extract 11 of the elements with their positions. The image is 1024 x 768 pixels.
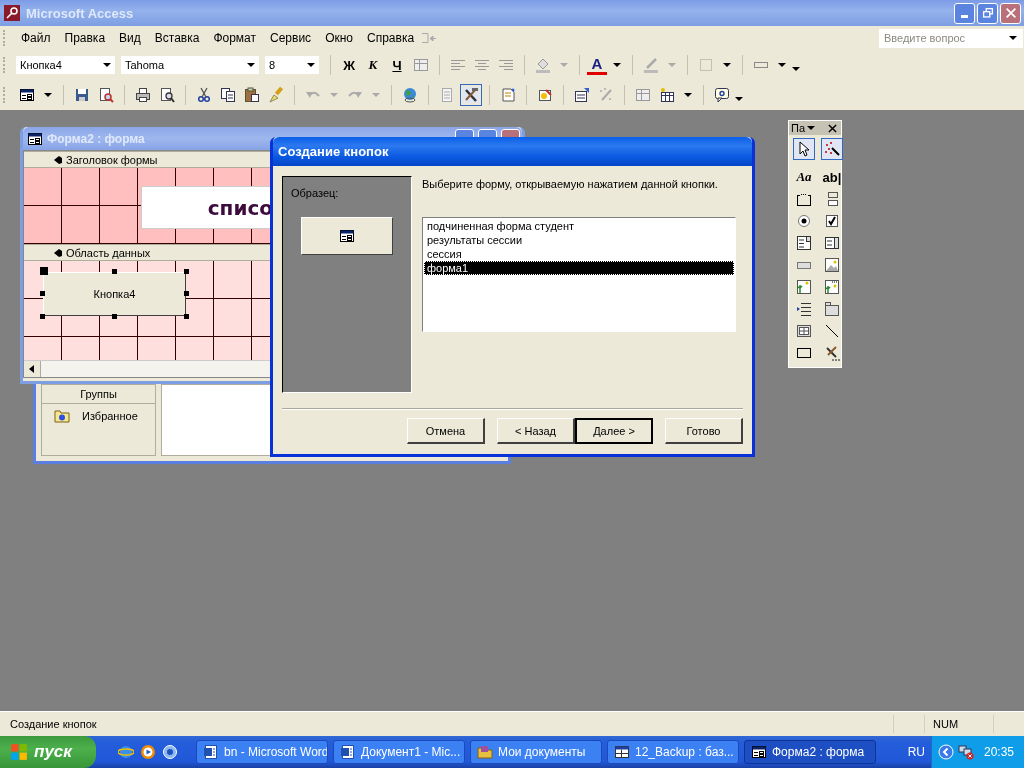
dialog-title: Создание кнопок — [278, 144, 389, 159]
status-text: Создание кнопок — [10, 718, 97, 730]
toolbox-title: Па — [791, 122, 806, 134]
sample-label: Образец: — [291, 187, 339, 199]
section-title: Область данных — [66, 246, 151, 259]
clock: 20:35 — [983, 745, 1014, 759]
section-title: Заголовок формы — [66, 153, 158, 166]
window-title: Microsoft Access — [26, 5, 134, 21]
num-lock-indicator: NUM — [924, 715, 993, 733]
prompt-text: Выберите форму, открываемую нажатием данной кнопки. — [422, 178, 719, 190]
window-title: Форма2 : форма — [47, 131, 145, 146]
